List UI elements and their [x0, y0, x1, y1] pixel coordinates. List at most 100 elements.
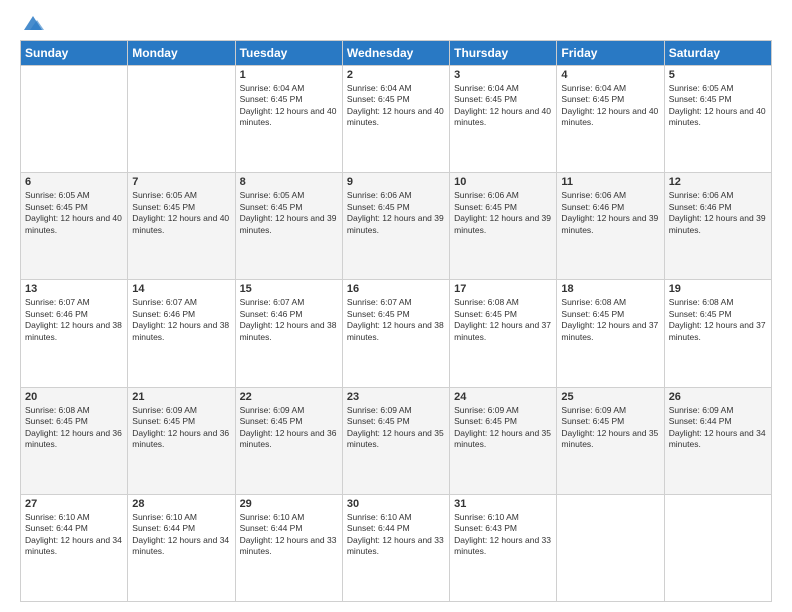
- day-cell: 1 Sunrise: 6:04 AM Sunset: 6:45 PM Daylig…: [235, 66, 342, 173]
- day-cell: 6Sunrise: 6:05 AM Sunset: 6:45 PM Daylig…: [21, 173, 128, 280]
- header-cell-saturday: Saturday: [664, 41, 771, 66]
- day-cell: 29 Sunrise: 6:10 AM Sunset: 6:44 PM Dayli…: [235, 494, 342, 601]
- day-cell: 13 Sunrise: 6:07 AM Sunset: 6:46 PM Dayli…: [21, 280, 128, 387]
- day-info: Sunrise: 6:05 AM Sunset: 6:45 PM Dayligh…: [669, 83, 767, 129]
- day-cell: [664, 494, 771, 601]
- day-cell: 30Sunrise: 6:10 AM Sunset: 6:44 PM Dayli…: [342, 494, 449, 601]
- day-info: Sunrise: 6:10 AM Sunset: 6:44 PM Dayligh…: [25, 512, 123, 558]
- header-row: SundayMondayTuesdayWednesdayThursdayFrid…: [21, 41, 772, 66]
- logo: [20, 16, 44, 30]
- day-number: 13: [25, 283, 123, 295]
- day-info: Sunrise: 6:09 AM Sunset: 6:45 PM Dayligh…: [240, 405, 338, 451]
- day-info: Sunrise: 6:10 AM Sunset: 6:43 PM Dayligh…: [454, 512, 552, 558]
- day-info: Sunrise: 6:04 AM Sunset: 6:45 PM Dayligh…: [561, 83, 659, 129]
- day-cell: 20Sunrise: 6:08 AM Sunset: 6:45 PM Dayli…: [21, 387, 128, 494]
- day-info: Sunrise: 6:10 AM Sunset: 6:44 PM Dayligh…: [240, 512, 338, 558]
- page: SundayMondayTuesdayWednesdayThursdayFrid…: [0, 0, 792, 612]
- day-info: Sunrise: 6:07 AM Sunset: 6:45 PM Dayligh…: [347, 297, 445, 343]
- day-cell: 7 Sunrise: 6:05 AM Sunset: 6:45 PM Daylig…: [128, 173, 235, 280]
- day-number: 10: [454, 176, 552, 188]
- day-number: 19: [669, 283, 767, 295]
- day-number: 14: [132, 283, 230, 295]
- day-number: 18: [561, 283, 659, 295]
- day-cell: 10 Sunrise: 6:06 AM Sunset: 6:45 PM Dayli…: [450, 173, 557, 280]
- calendar-body: 1 Sunrise: 6:04 AM Sunset: 6:45 PM Daylig…: [21, 66, 772, 602]
- day-cell: 25 Sunrise: 6:09 AM Sunset: 6:45 PM Dayli…: [557, 387, 664, 494]
- day-info: Sunrise: 6:06 AM Sunset: 6:45 PM Dayligh…: [347, 190, 445, 236]
- header-cell-wednesday: Wednesday: [342, 41, 449, 66]
- header-cell-thursday: Thursday: [450, 41, 557, 66]
- day-cell: 31Sunrise: 6:10 AM Sunset: 6:43 PM Dayli…: [450, 494, 557, 601]
- day-cell: 2 Sunrise: 6:04 AM Sunset: 6:45 PM Daylig…: [342, 66, 449, 173]
- day-number: 1: [240, 69, 338, 81]
- week-row-3: 13 Sunrise: 6:07 AM Sunset: 6:46 PM Dayli…: [21, 280, 772, 387]
- day-info: Sunrise: 6:07 AM Sunset: 6:46 PM Dayligh…: [240, 297, 338, 343]
- day-info: Sunrise: 6:06 AM Sunset: 6:45 PM Dayligh…: [454, 190, 552, 236]
- day-info: Sunrise: 6:09 AM Sunset: 6:44 PM Dayligh…: [669, 405, 767, 451]
- day-cell: 19Sunrise: 6:08 AM Sunset: 6:45 PM Dayli…: [664, 280, 771, 387]
- header-cell-tuesday: Tuesday: [235, 41, 342, 66]
- day-cell: 9 Sunrise: 6:06 AM Sunset: 6:45 PM Daylig…: [342, 173, 449, 280]
- header: [20, 16, 772, 30]
- day-info: Sunrise: 6:05 AM Sunset: 6:45 PM Dayligh…: [240, 190, 338, 236]
- day-info: Sunrise: 6:08 AM Sunset: 6:45 PM Dayligh…: [25, 405, 123, 451]
- day-info: Sunrise: 6:10 AM Sunset: 6:44 PM Dayligh…: [347, 512, 445, 558]
- day-number: 22: [240, 391, 338, 403]
- day-info: Sunrise: 6:09 AM Sunset: 6:45 PM Dayligh…: [132, 405, 230, 451]
- day-cell: 16 Sunrise: 6:07 AM Sunset: 6:45 PM Dayli…: [342, 280, 449, 387]
- day-number: 27: [25, 498, 123, 510]
- day-number: 12: [669, 176, 767, 188]
- day-info: Sunrise: 6:04 AM Sunset: 6:45 PM Dayligh…: [454, 83, 552, 129]
- header-cell-friday: Friday: [557, 41, 664, 66]
- day-cell: 27 Sunrise: 6:10 AM Sunset: 6:44 PM Dayli…: [21, 494, 128, 601]
- week-row-5: 27 Sunrise: 6:10 AM Sunset: 6:44 PM Dayli…: [21, 494, 772, 601]
- day-cell: 5 Sunrise: 6:05 AM Sunset: 6:45 PM Daylig…: [664, 66, 771, 173]
- day-info: Sunrise: 6:09 AM Sunset: 6:45 PM Dayligh…: [561, 405, 659, 451]
- day-cell: 24 Sunrise: 6:09 AM Sunset: 6:45 PM Dayli…: [450, 387, 557, 494]
- day-number: 8: [240, 176, 338, 188]
- day-info: Sunrise: 6:06 AM Sunset: 6:46 PM Dayligh…: [561, 190, 659, 236]
- day-info: Sunrise: 6:04 AM Sunset: 6:45 PM Dayligh…: [347, 83, 445, 129]
- header-cell-monday: Monday: [128, 41, 235, 66]
- day-info: Sunrise: 6:09 AM Sunset: 6:45 PM Dayligh…: [347, 405, 445, 451]
- week-row-4: 20Sunrise: 6:08 AM Sunset: 6:45 PM Dayli…: [21, 387, 772, 494]
- logo-icon: [22, 12, 44, 34]
- day-number: 24: [454, 391, 552, 403]
- day-number: 25: [561, 391, 659, 403]
- day-number: 29: [240, 498, 338, 510]
- day-info: Sunrise: 6:07 AM Sunset: 6:46 PM Dayligh…: [25, 297, 123, 343]
- day-cell: 3Sunrise: 6:04 AM Sunset: 6:45 PM Daylig…: [450, 66, 557, 173]
- day-number: 7: [132, 176, 230, 188]
- day-cell: 14Sunrise: 6:07 AM Sunset: 6:46 PM Dayli…: [128, 280, 235, 387]
- day-number: 21: [132, 391, 230, 403]
- day-cell: [128, 66, 235, 173]
- day-cell: 28Sunrise: 6:10 AM Sunset: 6:44 PM Dayli…: [128, 494, 235, 601]
- day-number: 15: [240, 283, 338, 295]
- day-number: 9: [347, 176, 445, 188]
- day-cell: 11 Sunrise: 6:06 AM Sunset: 6:46 PM Dayli…: [557, 173, 664, 280]
- day-info: Sunrise: 6:04 AM Sunset: 6:45 PM Dayligh…: [240, 83, 338, 129]
- day-number: 5: [669, 69, 767, 81]
- day-cell: 4Sunrise: 6:04 AM Sunset: 6:45 PM Daylig…: [557, 66, 664, 173]
- day-number: 28: [132, 498, 230, 510]
- day-cell: 23 Sunrise: 6:09 AM Sunset: 6:45 PM Dayli…: [342, 387, 449, 494]
- header-cell-sunday: Sunday: [21, 41, 128, 66]
- day-cell: 26 Sunrise: 6:09 AM Sunset: 6:44 PM Dayli…: [664, 387, 771, 494]
- day-number: 26: [669, 391, 767, 403]
- day-number: 16: [347, 283, 445, 295]
- day-number: 11: [561, 176, 659, 188]
- day-cell: [557, 494, 664, 601]
- day-cell: 17Sunrise: 6:08 AM Sunset: 6:45 PM Dayli…: [450, 280, 557, 387]
- day-info: Sunrise: 6:09 AM Sunset: 6:45 PM Dayligh…: [454, 405, 552, 451]
- day-cell: 18 Sunrise: 6:08 AM Sunset: 6:45 PM Dayli…: [557, 280, 664, 387]
- day-info: Sunrise: 6:05 AM Sunset: 6:45 PM Dayligh…: [132, 190, 230, 236]
- day-number: 6: [25, 176, 123, 188]
- day-cell: 8 Sunrise: 6:05 AM Sunset: 6:45 PM Daylig…: [235, 173, 342, 280]
- day-info: Sunrise: 6:08 AM Sunset: 6:45 PM Dayligh…: [561, 297, 659, 343]
- day-cell: 21 Sunrise: 6:09 AM Sunset: 6:45 PM Dayli…: [128, 387, 235, 494]
- week-row-1: 1 Sunrise: 6:04 AM Sunset: 6:45 PM Daylig…: [21, 66, 772, 173]
- calendar-table: SundayMondayTuesdayWednesdayThursdayFrid…: [20, 40, 772, 602]
- day-number: 2: [347, 69, 445, 81]
- day-info: Sunrise: 6:06 AM Sunset: 6:46 PM Dayligh…: [669, 190, 767, 236]
- day-number: 23: [347, 391, 445, 403]
